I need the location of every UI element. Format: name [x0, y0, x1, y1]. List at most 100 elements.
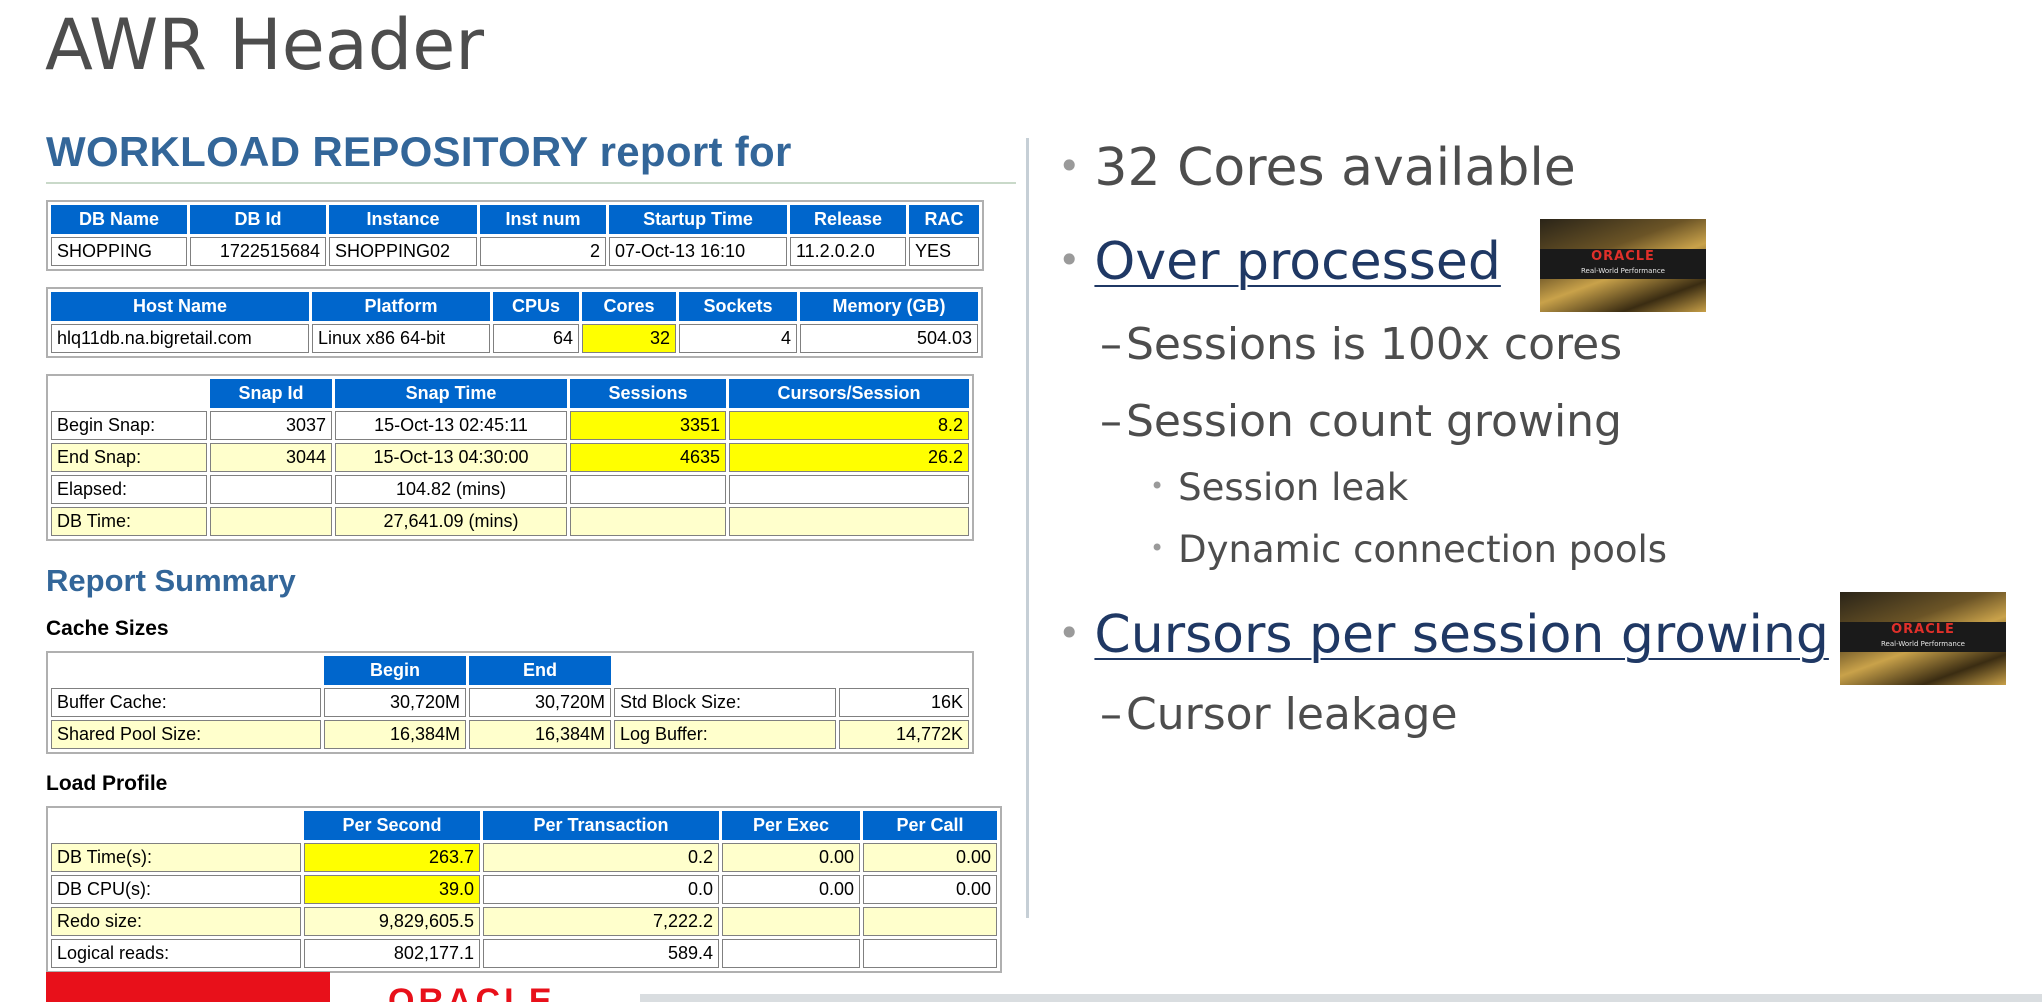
dash-icon: – — [1100, 319, 1122, 370]
cache-sizes-table: Begin End Buffer Cache: 30,720M 30,720M … — [46, 651, 974, 754]
cell-cursors-session: 8.2 — [729, 411, 969, 440]
bullet-cores: • 32 Cores available — [1058, 142, 1576, 194]
table-row: DB CPU(s): 39.0 0.0 0.00 0.00 — [51, 875, 997, 904]
table-row: Begin Snap: 3037 15-Oct-13 02:45:11 3351… — [51, 411, 969, 440]
bullet-dot-icon: • — [1058, 611, 1081, 655]
cell-end: 30,720M — [469, 688, 611, 717]
cell-label: Buffer Cache: — [51, 688, 321, 717]
col-instance: Instance — [329, 205, 477, 234]
cell-snap-id: 3037 — [210, 411, 332, 440]
cell-snap-time: 15-Oct-13 02:45:11 — [335, 411, 567, 440]
awr-report-panel: WORKLOAD REPOSITORY report for DB Name D… — [46, 128, 1021, 973]
bullet-cursors-growing: • Cursors per session growing — [1058, 609, 1829, 661]
cell-cores: 32 — [582, 324, 676, 353]
load-profile-heading: Load Profile — [46, 772, 168, 795]
cell-per-transaction: 7,222.2 — [483, 907, 719, 936]
slide-title: AWR Header — [45, 4, 485, 86]
over-processed-link[interactable]: Over processed — [1094, 232, 1500, 292]
cell-label: DB Time(s): — [51, 843, 301, 872]
table-row: Shared Pool Size: 16,384M 16,384M Log Bu… — [51, 720, 969, 749]
cell-cursors-session — [729, 475, 969, 504]
col-rac: RAC — [909, 205, 979, 234]
col-sessions: Sessions — [570, 379, 726, 408]
report-summary-heading: Report Summary — [46, 563, 296, 598]
col-host-name: Host Name — [51, 292, 309, 321]
cell-per-second: 9,829,605.5 — [304, 907, 480, 936]
badge-logo: ORACLE — [1591, 249, 1655, 264]
footer-bar — [640, 994, 2042, 1002]
col-platform: Platform — [312, 292, 490, 321]
cell-snap-id — [210, 507, 332, 536]
cell-begin: 16,384M — [324, 720, 466, 749]
cell-sessions — [570, 507, 726, 536]
cell-label: Begin Snap: — [51, 411, 207, 440]
cell-per-second: 39.0 — [304, 875, 480, 904]
bullet-text: Dynamic connection pools — [1178, 528, 1668, 571]
bullet-dot-icon: • — [1058, 144, 1081, 188]
cell-value: 16K — [839, 688, 969, 717]
cell-per-second: 802,177.1 — [304, 939, 480, 968]
bullet-dot-icon: • — [1150, 534, 1165, 562]
cell-sockets: 4 — [679, 324, 797, 353]
col-per-second: Per Second — [304, 811, 480, 840]
cell-begin: 30,720M — [324, 688, 466, 717]
cell-per-call: 0.00 — [863, 875, 997, 904]
table-row: Redo size: 9,829,605.5 7,222.2 — [51, 907, 997, 936]
cell-value: 14,772K — [839, 720, 969, 749]
bullet-sessions-100x: –Sessions is 100x cores — [1100, 323, 1622, 367]
col-cpus: CPUs — [493, 292, 579, 321]
cell-snap-id: 3044 — [210, 443, 332, 472]
bullet-text: Sessions is 100x cores — [1126, 319, 1623, 370]
cell-db-name: SHOPPING — [51, 237, 187, 266]
table-header-row: DB Name DB Id Instance Inst num Startup … — [51, 205, 979, 234]
col-cursors-session: Cursors/Session — [729, 379, 969, 408]
load-profile-table: Per Second Per Transaction Per Exec Per … — [46, 806, 1002, 973]
table-row: SHOPPING 1722515684 SHOPPING02 2 07-Oct-… — [51, 237, 979, 266]
bullet-session-leak: • Session leak — [1150, 469, 1408, 506]
col-sockets: Sockets — [679, 292, 797, 321]
table-row: hlq11db.na.bigretail.com Linux x86 64-bi… — [51, 324, 978, 353]
table-header-row: Per Second Per Transaction Per Exec Per … — [51, 811, 997, 840]
cell-per-call — [863, 939, 997, 968]
footer-oracle-logo: ORACLE — [388, 984, 556, 1002]
cell-host-name: hlq11db.na.bigretail.com — [51, 324, 309, 353]
host-info-table: Host Name Platform CPUs Cores Sockets Me… — [46, 287, 983, 358]
footer-red-block — [46, 972, 330, 1002]
cell-per-call — [863, 907, 997, 936]
cell-per-call: 0.00 — [863, 843, 997, 872]
oracle-rwp-badge-image: ORACLE Real-World Performance — [1540, 219, 1706, 312]
cursors-growing-link[interactable]: Cursors per session growing — [1094, 605, 1828, 665]
report-heading: WORKLOAD REPOSITORY report for — [46, 128, 1016, 184]
cell-db-id: 1722515684 — [190, 237, 326, 266]
col-blank — [51, 379, 207, 408]
col-per-transaction: Per Transaction — [483, 811, 719, 840]
badge-tagline: Real-World Performance — [1881, 640, 1965, 648]
cell-sessions: 4635 — [570, 443, 726, 472]
bullet-cursor-leakage: –Cursor leakage — [1100, 693, 1458, 737]
cell-per-exec — [722, 907, 860, 936]
col-blank — [51, 656, 321, 685]
col-per-exec: Per Exec — [722, 811, 860, 840]
cell-cpus: 64 — [493, 324, 579, 353]
cell-release: 11.2.0.2.0 — [790, 237, 906, 266]
cell-label: Log Buffer: — [614, 720, 836, 749]
table-row: DB Time: 27,641.09 (mins) — [51, 507, 969, 536]
cell-instance: SHOPPING02 — [329, 237, 477, 266]
db-info-table: DB Name DB Id Instance Inst num Startup … — [46, 200, 984, 271]
badge-logo: ORACLE — [1891, 622, 1955, 637]
cell-sessions: 3351 — [570, 411, 726, 440]
col-snap-id: Snap Id — [210, 379, 332, 408]
dash-icon: – — [1100, 689, 1122, 740]
cell-rac: YES — [909, 237, 979, 266]
col-snap-time: Snap Time — [335, 379, 567, 408]
cache-sizes-heading: Cache Sizes — [46, 617, 169, 640]
col-startup-time: Startup Time — [609, 205, 787, 234]
cell-label: DB Time: — [51, 507, 207, 536]
cell-cursors-session: 26.2 — [729, 443, 969, 472]
cell-label: Logical reads: — [51, 939, 301, 968]
table-header-row: Host Name Platform CPUs Cores Sockets Me… — [51, 292, 978, 321]
col-db-name: DB Name — [51, 205, 187, 234]
col-blank — [614, 656, 836, 685]
cell-per-exec — [722, 939, 860, 968]
cell-sessions — [570, 475, 726, 504]
